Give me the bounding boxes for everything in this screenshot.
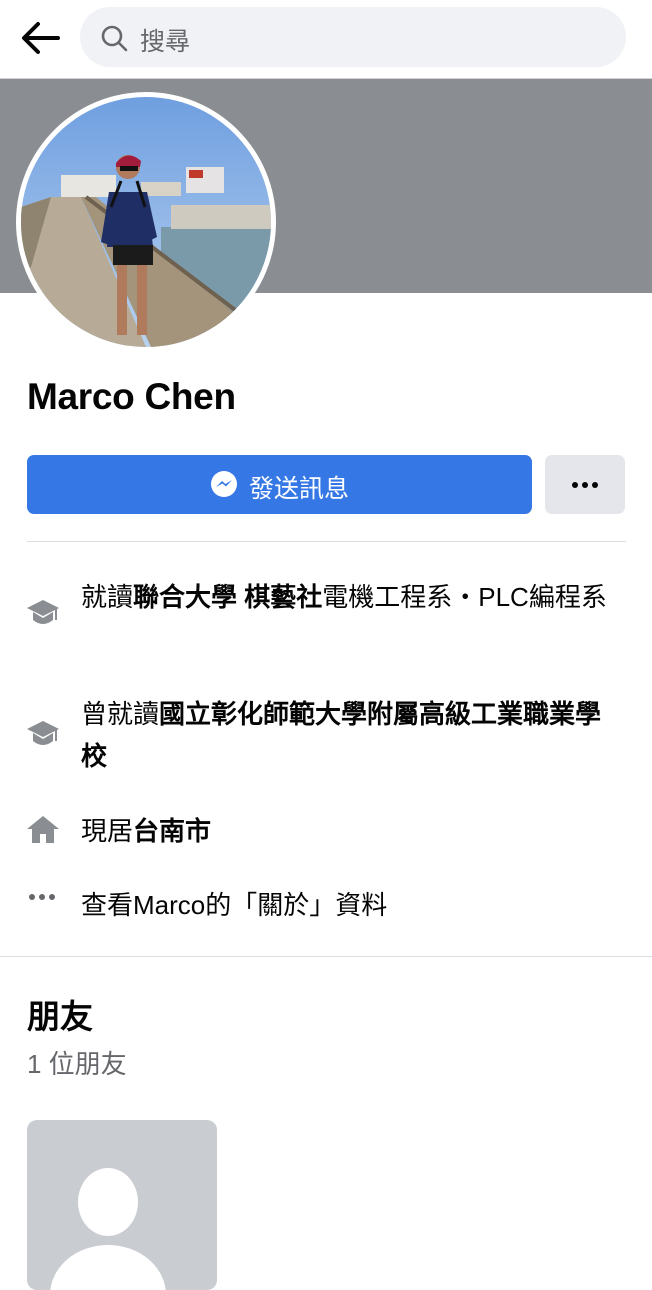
back-button[interactable]: [18, 18, 62, 58]
intro-about-text[interactable]: 查看Marco的「關於」資料: [81, 884, 611, 926]
graduation-cap-icon: [27, 600, 59, 624]
graduation-cap-icon: [27, 721, 59, 745]
intro-education-past-text: 曾就讀國立彰化師範大學附屬高級工業職業學校: [81, 693, 611, 777]
profile-photo-image: [21, 97, 271, 347]
send-message-label: 發送訊息: [249, 475, 350, 503]
search-placeholder: 搜尋: [140, 28, 191, 56]
intro-prefix: 就讀: [81, 582, 134, 612]
school-link[interactable]: 國立彰化師範大學附屬高級工業職業學校: [81, 699, 601, 771]
intro-prefix: 現居: [81, 816, 134, 846]
intro-education-current-text: 就讀聯合大學 棋藝社電機工程系・PLC編程系: [81, 576, 611, 618]
profile-name: Marco Chen: [27, 376, 236, 417]
search-input[interactable]: 搜尋: [80, 7, 626, 67]
friends-count: 1 位朋友: [27, 1049, 127, 1079]
home-icon: [27, 816, 59, 843]
back-arrow-icon: [22, 22, 60, 54]
top-bar: 搜尋: [0, 0, 652, 78]
intro-location-text: 現居台南市: [81, 810, 611, 852]
messenger-icon: [211, 471, 237, 497]
friend-card[interactable]: [27, 1120, 217, 1290]
default-avatar-icon: [50, 1168, 166, 1290]
divider: [27, 541, 626, 542]
more-options-button[interactable]: [545, 455, 625, 514]
send-message-button[interactable]: 發送訊息: [27, 455, 532, 514]
more-dots-icon: [29, 894, 55, 900]
profile-photo: [21, 97, 271, 347]
school-link[interactable]: 聯合大學 棋藝社: [133, 582, 322, 612]
more-dots-icon: [572, 482, 598, 488]
section-divider: [0, 956, 652, 957]
city-link[interactable]: 台南市: [133, 816, 211, 846]
friends-title: 朋友: [27, 998, 93, 1035]
intro-prefix: 曾就讀: [81, 699, 160, 729]
search-icon: [101, 25, 128, 52]
intro-suffix: 電機工程系・PLC編程系: [322, 582, 607, 612]
profile-avatar[interactable]: [16, 92, 276, 352]
